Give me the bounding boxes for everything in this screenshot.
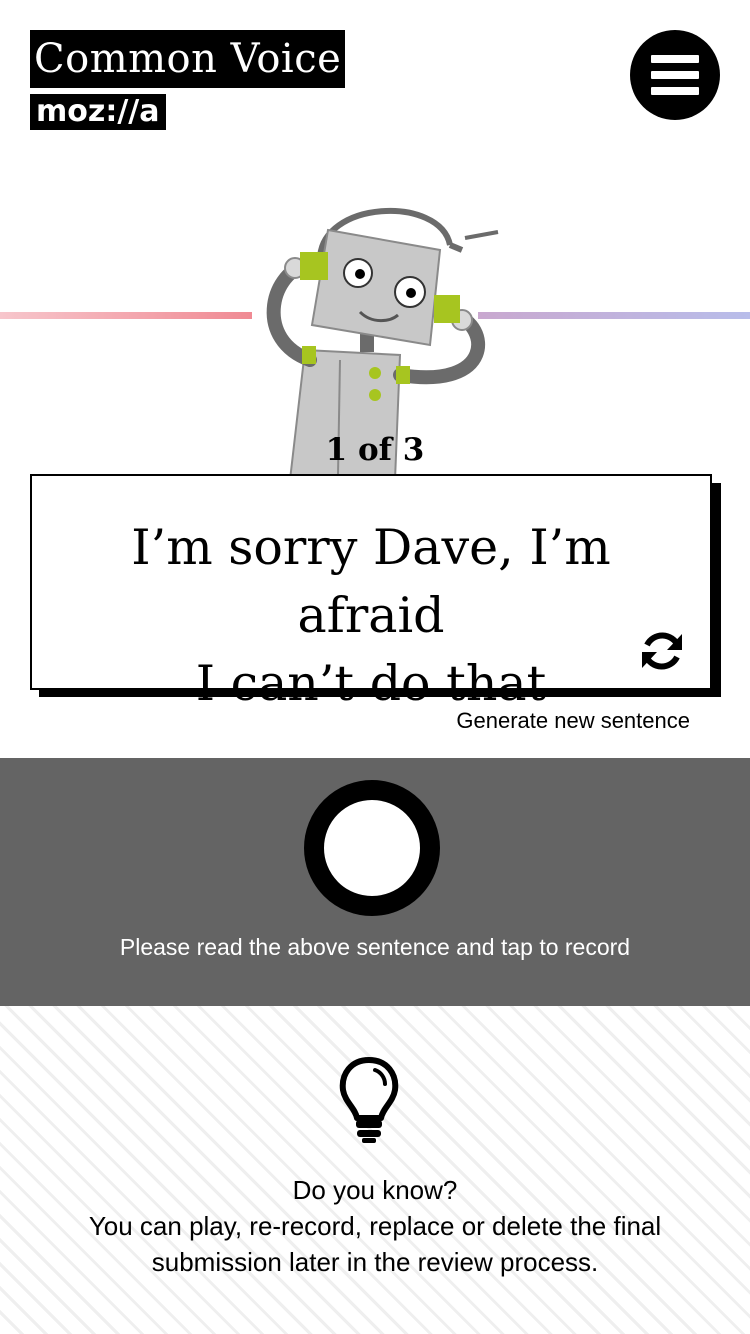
tip-heading: Do you know? <box>292 1175 458 1205</box>
tip-text: Do you know? You can play, re-record, re… <box>40 1172 710 1280</box>
divider-line-left <box>0 312 252 319</box>
sentence-counter: 1 of 3 <box>325 432 425 468</box>
tip-body-line-2: submission later in the review process. <box>151 1247 599 1277</box>
lightbulb-icon <box>339 1057 399 1143</box>
record-panel: Please read the above sentence and tap t… <box>0 758 750 1006</box>
logo[interactable]: Common Voice moz://a <box>30 30 346 130</box>
refresh-icon[interactable] <box>639 628 685 674</box>
app-title: Common Voice <box>30 30 346 88</box>
tip-body-line-1: You can play, re-record, replace or dele… <box>88 1211 662 1241</box>
tip-section: Do you know? You can play, re-record, re… <box>0 1006 750 1334</box>
sentence-line-1: I’m sorry Dave, I’m afraid <box>131 519 611 644</box>
menu-button[interactable] <box>630 30 720 120</box>
hamburger-menu-icon <box>651 55 699 63</box>
generate-new-sentence-link[interactable]: Generate new sentence <box>456 708 690 734</box>
sentence-card: I’m sorry Dave, I’m afraid I can’t do th… <box>30 474 712 712</box>
sentence-text: I’m sorry Dave, I’m afraid I can’t do th… <box>32 514 710 718</box>
mozilla-brand: moz://a <box>30 94 166 130</box>
record-button[interactable] <box>304 780 440 916</box>
record-hint: Please read the above sentence and tap t… <box>119 934 631 960</box>
divider-line-right <box>478 312 750 319</box>
